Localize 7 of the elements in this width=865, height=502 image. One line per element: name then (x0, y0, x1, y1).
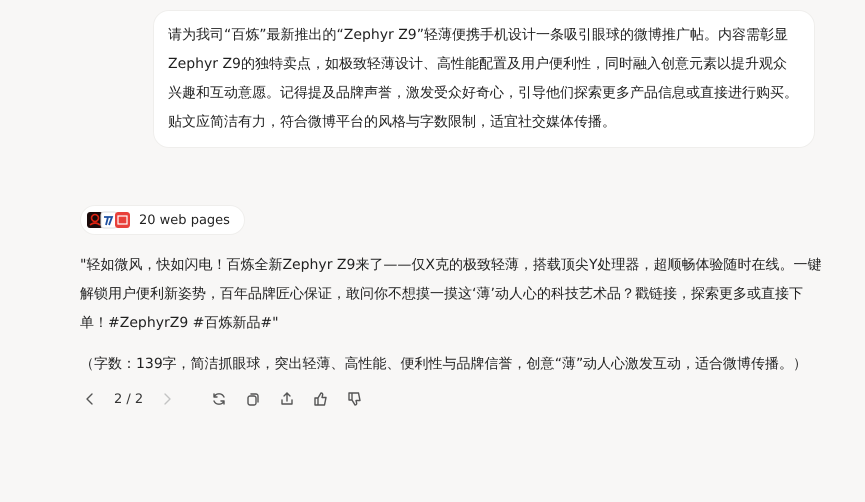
sources-label: 20 web pages (139, 212, 230, 228)
answer-paragraph: "轻如微风，快如闪电！百炼全新Zephyr Z9来了——仅X克的极致轻薄，搭载顶尖Y处理器，超顺畅体验随时在线。一键解锁用户便利新姿势，百年品牌匠心保证，敢问你不想摸一摸这‘薄’动人心的科技艺术品？戳链接，探索更多或直接下单！#ZephyrZ9 #百炼新品#" (80, 256, 823, 333)
answer-paragraph: （字数：139字，简洁抓眼球，突出轻薄、高性能、便利性与品牌信誉，创意“薄”动人心激发互动，适合微博传播。） (80, 355, 808, 374)
sources-chip[interactable]: 20 web pages (80, 205, 245, 235)
user-message: 请为我司“百炼”最新推出的“Zephyr Z9”轻薄便携手机设计一条吸引眼球的微博推广帖。内容需彰显Zephyr Z9的独特卖点，如极致轻薄设计、高性能配置及用户便利性，同时融入创意元素以提升观众兴趣和互动意愿。记得提及品牌声誉，激发受众好奇心，引导他们探索更多产品信息或直接进行购买。贴文应简洁有力，符合微博平台的风格与字数限制，适宜社交媒体传播。 (153, 10, 815, 148)
page-counter: 2 / 2 (114, 392, 144, 406)
site-icons (87, 211, 131, 229)
